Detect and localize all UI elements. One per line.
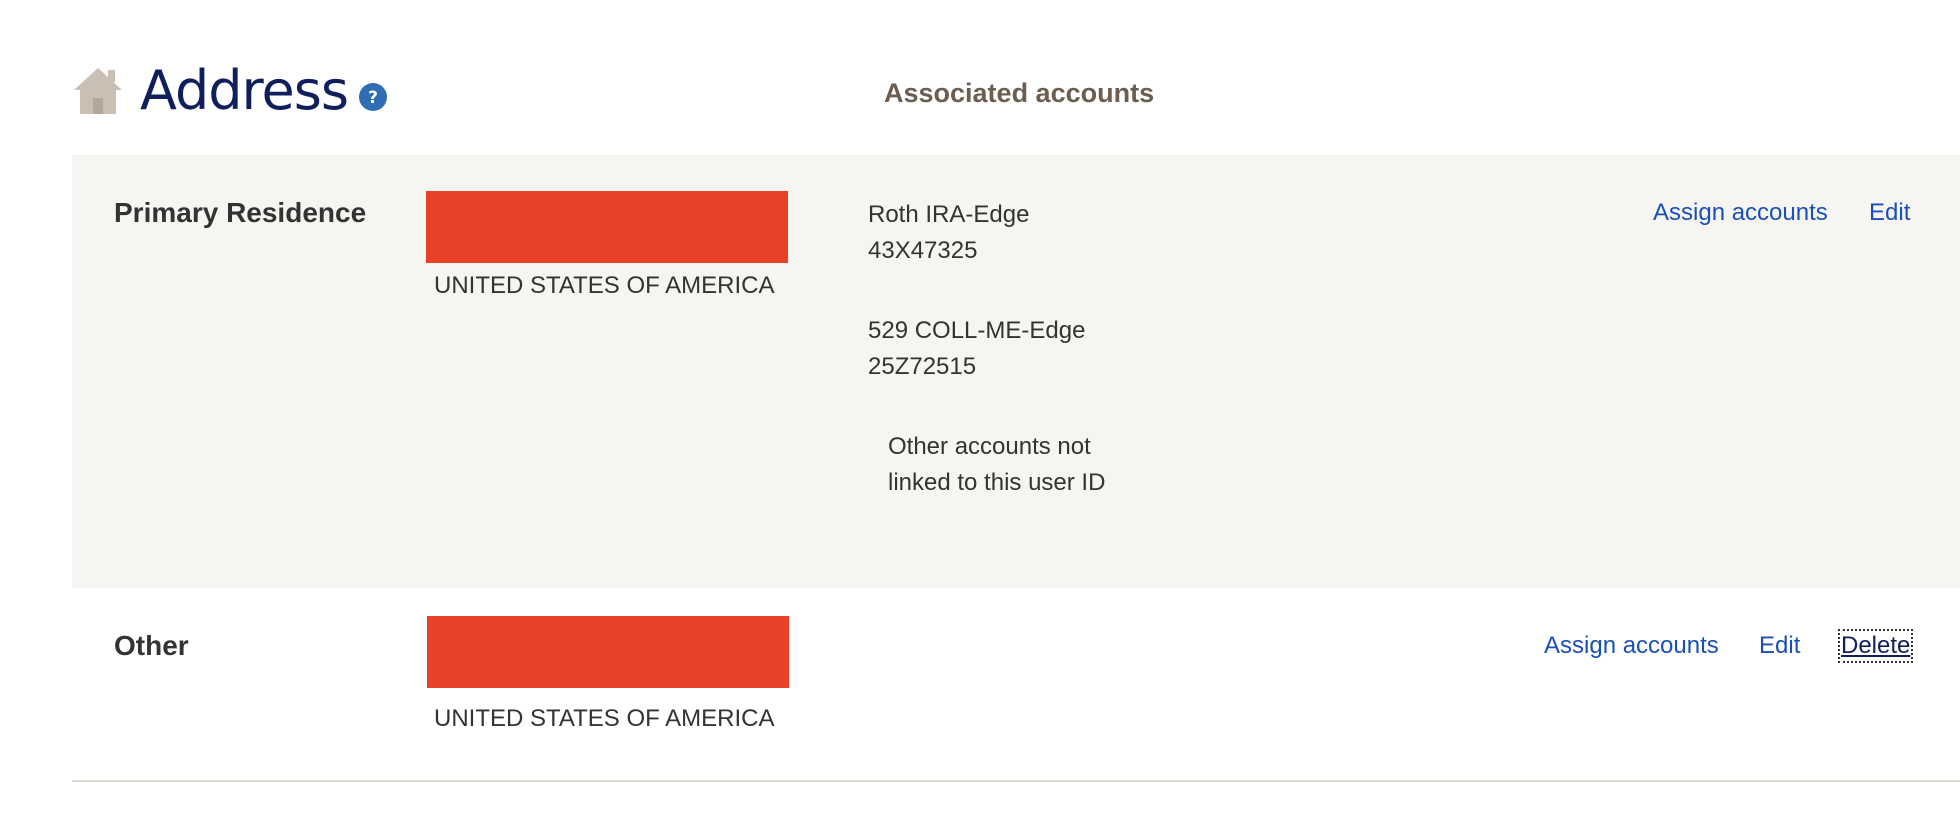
page-title: Address bbox=[140, 59, 349, 122]
help-icon[interactable]: ? bbox=[358, 82, 388, 112]
address-country: UNITED STATES OF AMERICA bbox=[434, 705, 775, 732]
address-type-label: Primary Residence bbox=[114, 197, 367, 228]
associated-accounts-header: Associated accounts bbox=[884, 78, 1155, 108]
page-header: Address ? bbox=[72, 56, 388, 126]
address-type-label: Other bbox=[114, 630, 189, 661]
address-row-primary: Primary Residence UNITED STATES OF AMERI… bbox=[72, 155, 1960, 588]
account-item: 529 COLL-ME-Edge 25Z72515 bbox=[868, 313, 1085, 385]
edit-link[interactable]: Edit bbox=[1869, 199, 1910, 227]
account-name: Roth IRA-Edge bbox=[868, 201, 1030, 228]
edit-link[interactable]: Edit bbox=[1759, 632, 1800, 660]
redacted-address bbox=[427, 616, 789, 688]
note-line: linked to this user ID bbox=[888, 469, 1106, 496]
address-country: UNITED STATES OF AMERICA bbox=[434, 272, 775, 299]
address-row-other: Other UNITED STATES OF AMERICA Assign ac… bbox=[72, 588, 1960, 782]
svg-text:?: ? bbox=[368, 88, 378, 108]
account-number: 43X47325 bbox=[868, 237, 978, 264]
assign-accounts-link[interactable]: Assign accounts bbox=[1653, 199, 1828, 227]
account-number: 25Z72515 bbox=[868, 353, 977, 380]
account-name: 529 COLL-ME-Edge bbox=[868, 317, 1086, 344]
delete-link[interactable]: Delete bbox=[1837, 629, 1914, 663]
home-icon bbox=[72, 66, 124, 116]
address-page: Address ? Associated accounts Primary Re… bbox=[0, 0, 1960, 824]
note-line: Other accounts not bbox=[888, 433, 1091, 460]
account-item: Roth IRA-Edge 43X47325 bbox=[868, 197, 1029, 269]
redacted-address bbox=[426, 191, 788, 263]
assign-accounts-link[interactable]: Assign accounts bbox=[1544, 632, 1719, 660]
other-accounts-note: Other accounts not linked to this user I… bbox=[888, 429, 1105, 501]
